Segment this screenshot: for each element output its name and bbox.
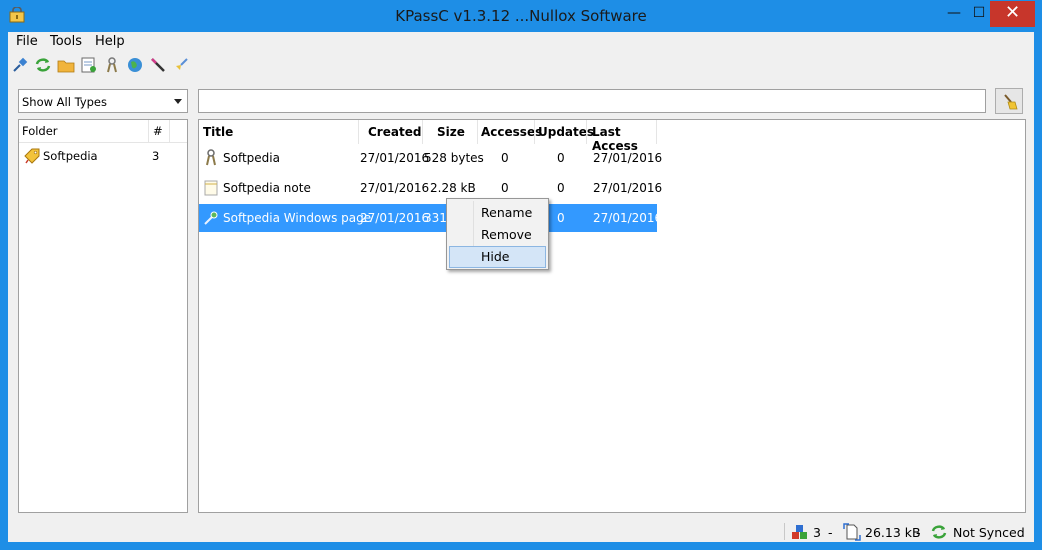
column-divider [148,120,149,142]
status-separator: - [828,525,833,540]
broom-icon [1004,94,1018,110]
pin-icon[interactable] [11,56,29,74]
column-divider [656,120,657,144]
folder-count: 3 [152,149,160,163]
item-last-access: 27/01/2016 [593,151,663,165]
blocks-icon [792,525,807,539]
context-menu-remove[interactable]: Remove [449,224,546,246]
clear-search-button[interactable] [995,88,1023,114]
document-size-icon [843,523,861,541]
column-header-created[interactable]: Created [368,125,421,139]
status-size: 26.13 kB [865,525,921,540]
key-icon[interactable] [103,56,121,74]
item-updates: 0 [557,211,565,225]
status-divider [784,523,785,540]
item-updates: 0 [557,151,565,165]
chevron-down-icon [174,99,182,104]
column-divider [477,120,478,144]
folder-item-softpedia[interactable]: Softpedia 3 [19,144,187,168]
menu-tools[interactable]: Tools [50,34,82,49]
column-divider [534,120,535,144]
folder-name: Softpedia [43,149,98,163]
password-key-icon [206,149,216,166]
item-accesses: 0 [501,151,509,165]
close-button[interactable]: ✕ [990,1,1035,27]
sync-icon [931,525,947,539]
item-created: 27/01/2016 [360,151,430,165]
item-size: 528 bytes [424,151,484,165]
context-menu: Rename Remove Hide [446,198,549,270]
column-divider [169,120,170,142]
item-title: Softpedia note [223,181,311,195]
window-title: KPassC v1.3.12 ...Nullox Software [395,7,647,25]
type-filter-select[interactable]: Show All Types [18,89,188,113]
column-header-folder[interactable]: Folder [22,124,58,138]
link-icon [204,211,218,225]
search-input[interactable] [198,89,986,113]
column-divider [586,120,587,144]
client-area: File Tools Help Show All Types Folder # … [8,32,1034,542]
item-accesses: 0 [501,181,509,195]
context-menu-label: Rename [481,205,533,220]
table-row[interactable]: Softpedia note 27/01/2016 2.28 kB 0 0 27… [199,174,662,202]
table-row[interactable]: Softpedia 27/01/2016 528 bytes 0 0 27/01… [199,144,662,172]
sync-icon[interactable] [34,56,52,74]
status-sync: Not Synced [953,525,1025,540]
item-title: Softpedia [223,151,280,165]
context-menu-label: Hide [481,249,510,264]
menu-help[interactable]: Help [95,34,125,49]
minimize-button[interactable]: — [940,1,968,27]
note-icon [204,180,218,196]
item-size: 2.28 kB [430,181,476,195]
app-window: KPassC v1.3.12 ...Nullox Software — ☐ ✕ … [0,0,1042,550]
globe-icon[interactable] [126,56,144,74]
item-last-access: 27/01/2016 [593,181,663,195]
item-last-access: 27/01/2016 [593,211,663,225]
folder-list-header: Folder # [19,120,187,143]
broom-icon[interactable] [172,56,190,74]
context-menu-rename[interactable]: Rename [449,202,546,224]
column-divider [422,120,423,144]
column-header-title[interactable]: Title [203,125,233,139]
context-menu-hide[interactable]: Hide [449,246,546,268]
items-list: Title Created Size Accesses Updates Last… [198,119,1026,513]
type-filter-value: Show All Types [22,95,108,109]
item-size: 331 [424,211,447,225]
item-title: Softpedia Windows page [223,211,372,225]
menu-file[interactable]: File [16,34,38,49]
items-list-header: Title Created Size Accesses Updates Last… [199,120,657,153]
status-bar: 3 - 26.13 kB - Not Synced [8,520,1034,542]
menu-bar: File Tools Help [8,32,1034,52]
column-header-size[interactable]: Size [437,125,465,139]
context-menu-label: Remove [481,227,532,242]
title-bar[interactable]: KPassC v1.3.12 ...Nullox Software — ☐ ✕ [0,0,1042,32]
item-created: 27/01/2016 [360,211,430,225]
toolbar [8,54,1034,76]
maximize-button[interactable]: ☐ [966,1,992,27]
folder-icon[interactable] [57,56,75,74]
table-row[interactable]: Softpedia Windows page 27/01/2016 331 0 … [199,204,662,232]
column-divider [358,120,359,144]
item-updates: 0 [557,181,565,195]
note-icon[interactable] [80,56,98,74]
folder-list: Folder # Softpedia 3 [18,119,188,513]
item-created: 27/01/2016 [360,181,430,195]
wand-icon[interactable] [149,56,167,74]
status-separator: - [916,525,921,540]
folder-tag-icon [24,148,40,164]
column-header-count[interactable]: # [153,124,163,138]
status-item-count: 3 [813,525,821,540]
